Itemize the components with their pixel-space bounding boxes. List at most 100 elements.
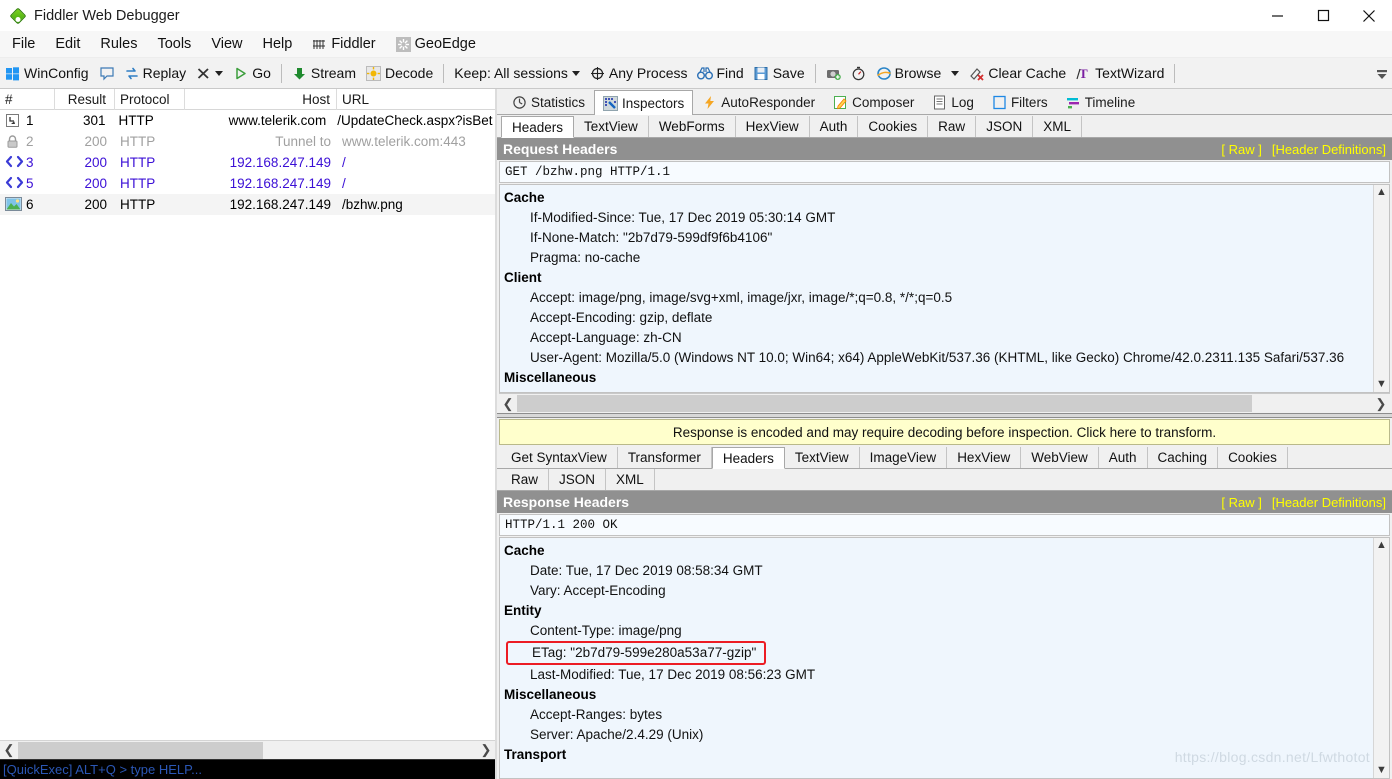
sessions-horizontal-scrollbar[interactable]: ❮ ❯ xyxy=(0,740,495,759)
response-tab-imageview[interactable]: ImageView xyxy=(860,447,948,468)
toolbar-clear-cache-button[interactable]: Clear Cache xyxy=(964,60,1071,87)
scroll-up-icon[interactable]: ▲ xyxy=(1376,540,1387,551)
table-row[interactable]: 6 200 HTTP 192.168.247.149 /bzhw.png xyxy=(0,194,495,215)
menu-item-rules[interactable]: Rules xyxy=(90,34,147,54)
toolbar-textwizard-button[interactable]: T TextWizard xyxy=(1071,60,1169,87)
toolbar-comment-button[interactable] xyxy=(94,60,119,87)
chevron-down-icon[interactable] xyxy=(571,70,580,76)
request-tab-raw[interactable]: Raw xyxy=(928,116,977,137)
title-bar: Fiddler Web Debugger xyxy=(0,0,1392,31)
scroll-left-icon[interactable]: ❮ xyxy=(499,395,517,412)
scroll-thumb[interactable] xyxy=(18,741,263,759)
response-tab-cookies[interactable]: Cookies xyxy=(1218,447,1288,468)
table-row[interactable]: 2 200 HTTP Tunnel to www.telerik.com:443 xyxy=(0,131,495,152)
table-row[interactable]: 3 200 HTTP 192.168.247.149 / xyxy=(0,152,495,173)
maximize-icon[interactable] xyxy=(1300,0,1346,31)
column-header-result[interactable]: Result xyxy=(55,88,115,110)
table-row[interactable]: 5 200 HTTP 192.168.247.149 / xyxy=(0,173,495,194)
tab-log[interactable]: Log xyxy=(923,90,983,114)
scroll-down-icon[interactable]: ▼ xyxy=(1376,379,1387,390)
tab-filters[interactable]: Filters xyxy=(983,90,1057,114)
response-tab-auth[interactable]: Auth xyxy=(1099,447,1148,468)
request-tab-headers[interactable]: Headers xyxy=(501,116,575,138)
response-tab-raw[interactable]: Raw xyxy=(501,469,550,490)
save-icon xyxy=(754,66,769,81)
column-header-url[interactable]: URL xyxy=(337,89,495,110)
toolbar-save-button[interactable]: Save xyxy=(749,60,810,87)
tab-statistics[interactable]: Statistics xyxy=(503,90,594,114)
response-raw-link[interactable]: [ Raw ] xyxy=(1221,495,1261,510)
header-group-entity: Entity xyxy=(504,603,542,618)
request-tab-xml[interactable]: XML xyxy=(1033,116,1082,137)
response-tab-headers[interactable]: Headers xyxy=(711,447,785,469)
close-icon[interactable] xyxy=(1346,0,1392,31)
response-tab-webview[interactable]: WebView xyxy=(1021,447,1099,468)
request-tab-auth[interactable]: Auth xyxy=(810,116,859,137)
toolbar-go-button[interactable]: Go xyxy=(228,60,276,87)
toolbar-decode-button[interactable]: Decode xyxy=(361,60,438,87)
request-raw-link[interactable]: [ Raw ] xyxy=(1221,142,1261,157)
response-header-definitions-link[interactable]: [Header Definitions] xyxy=(1272,495,1386,510)
toolbar-any-process-button[interactable]: Any Process xyxy=(585,60,693,87)
response-tab-xml[interactable]: XML xyxy=(606,469,655,490)
menu-item-help[interactable]: Help xyxy=(252,34,302,54)
request-vertical-scrollbar[interactable]: ▲ ▼ xyxy=(1373,185,1389,392)
fiddler-grid-icon xyxy=(312,37,327,52)
quickexec-input[interactable]: [QuickExec] ALT+Q > type HELP... xyxy=(0,759,495,779)
chevron-down-icon[interactable] xyxy=(951,70,960,76)
scroll-left-icon[interactable]: ❮ xyxy=(0,742,18,759)
request-tab-textview[interactable]: TextView xyxy=(574,116,649,137)
statistics-clock-icon xyxy=(512,95,527,110)
toolbar-winconfig-button[interactable]: WinConfig xyxy=(0,60,94,87)
response-tab-caching[interactable]: Caching xyxy=(1148,447,1219,468)
response-vertical-scrollbar[interactable]: ▲ ▼ xyxy=(1373,538,1389,778)
table-row[interactable]: 1 301 HTTP www.telerik.com /UpdateCheck.… xyxy=(0,110,495,131)
request-headers-body[interactable]: Cache If-Modified-Since: Tue, 17 Dec 201… xyxy=(499,184,1390,393)
toolbar-camera-button[interactable] xyxy=(821,60,846,87)
scroll-up-icon[interactable]: ▲ xyxy=(1376,187,1387,198)
panel-splitter[interactable] xyxy=(497,413,1392,418)
request-tab-hexview[interactable]: HexView xyxy=(736,116,810,137)
menu-item-tools[interactable]: Tools xyxy=(147,34,201,54)
scroll-track[interactable] xyxy=(18,741,477,759)
column-header-number[interactable]: # xyxy=(0,88,55,110)
response-tab-transformer[interactable]: Transformer xyxy=(618,447,712,468)
request-tab-webforms[interactable]: WebForms xyxy=(649,116,736,137)
menu-item-view[interactable]: View xyxy=(201,34,252,54)
response-tab-json[interactable]: JSON xyxy=(549,469,607,490)
menu-item-fiddler[interactable]: Fiddler xyxy=(302,34,385,54)
menu-item-file[interactable]: File xyxy=(2,34,45,54)
tab-composer[interactable]: Composer xyxy=(824,90,923,114)
toolbar-stream-button[interactable]: Stream xyxy=(287,60,361,87)
request-tab-cookies[interactable]: Cookies xyxy=(858,116,929,137)
tab-timeline[interactable]: Timeline xyxy=(1057,90,1145,114)
minimize-icon[interactable] xyxy=(1254,0,1300,31)
column-header-protocol[interactable]: Protocol xyxy=(115,88,185,110)
toolbar-browse-button[interactable]: Browse xyxy=(871,60,965,87)
toolbar-keep-sessions-dropdown[interactable]: Keep: All sessions xyxy=(449,60,585,87)
response-tab-textview[interactable]: TextView xyxy=(785,447,860,468)
toolbar-replay-button[interactable]: Replay xyxy=(119,60,192,87)
tab-inspectors[interactable]: Inspectors xyxy=(594,90,694,115)
toolbar-overflow-icon[interactable] xyxy=(1373,61,1390,85)
request-tab-json[interactable]: JSON xyxy=(976,116,1034,137)
toolbar-find-button[interactable]: Find xyxy=(692,60,748,87)
response-tab-hexview[interactable]: HexView xyxy=(947,447,1022,468)
request-horizontal-scrollbar[interactable]: ❮ ❯ xyxy=(499,393,1390,413)
scroll-track[interactable] xyxy=(517,395,1372,412)
decode-notice-bar[interactable]: Response is encoded and may require deco… xyxy=(499,419,1390,445)
scroll-down-icon[interactable]: ▼ xyxy=(1376,765,1387,776)
menu-item-geoedge[interactable]: GeoEdge xyxy=(386,34,486,54)
scroll-right-icon[interactable]: ❯ xyxy=(1372,395,1390,412)
toolbar-timer-button[interactable] xyxy=(846,60,871,87)
menu-item-edit[interactable]: Edit xyxy=(45,34,90,54)
chevron-down-icon[interactable] xyxy=(215,70,224,76)
toolbar-remove-button[interactable] xyxy=(191,60,228,87)
request-header-definitions-link[interactable]: [Header Definitions] xyxy=(1272,142,1386,157)
response-headers-body[interactable]: Cache Date: Tue, 17 Dec 2019 08:58:34 GM… xyxy=(499,537,1390,779)
column-header-host[interactable]: Host xyxy=(185,88,337,110)
scroll-thumb[interactable] xyxy=(517,395,1252,412)
scroll-right-icon[interactable]: ❯ xyxy=(477,742,495,759)
tab-autoresponder[interactable]: AutoResponder xyxy=(693,90,824,114)
response-tab-get-syntaxview[interactable]: Get SyntaxView xyxy=(501,447,618,468)
